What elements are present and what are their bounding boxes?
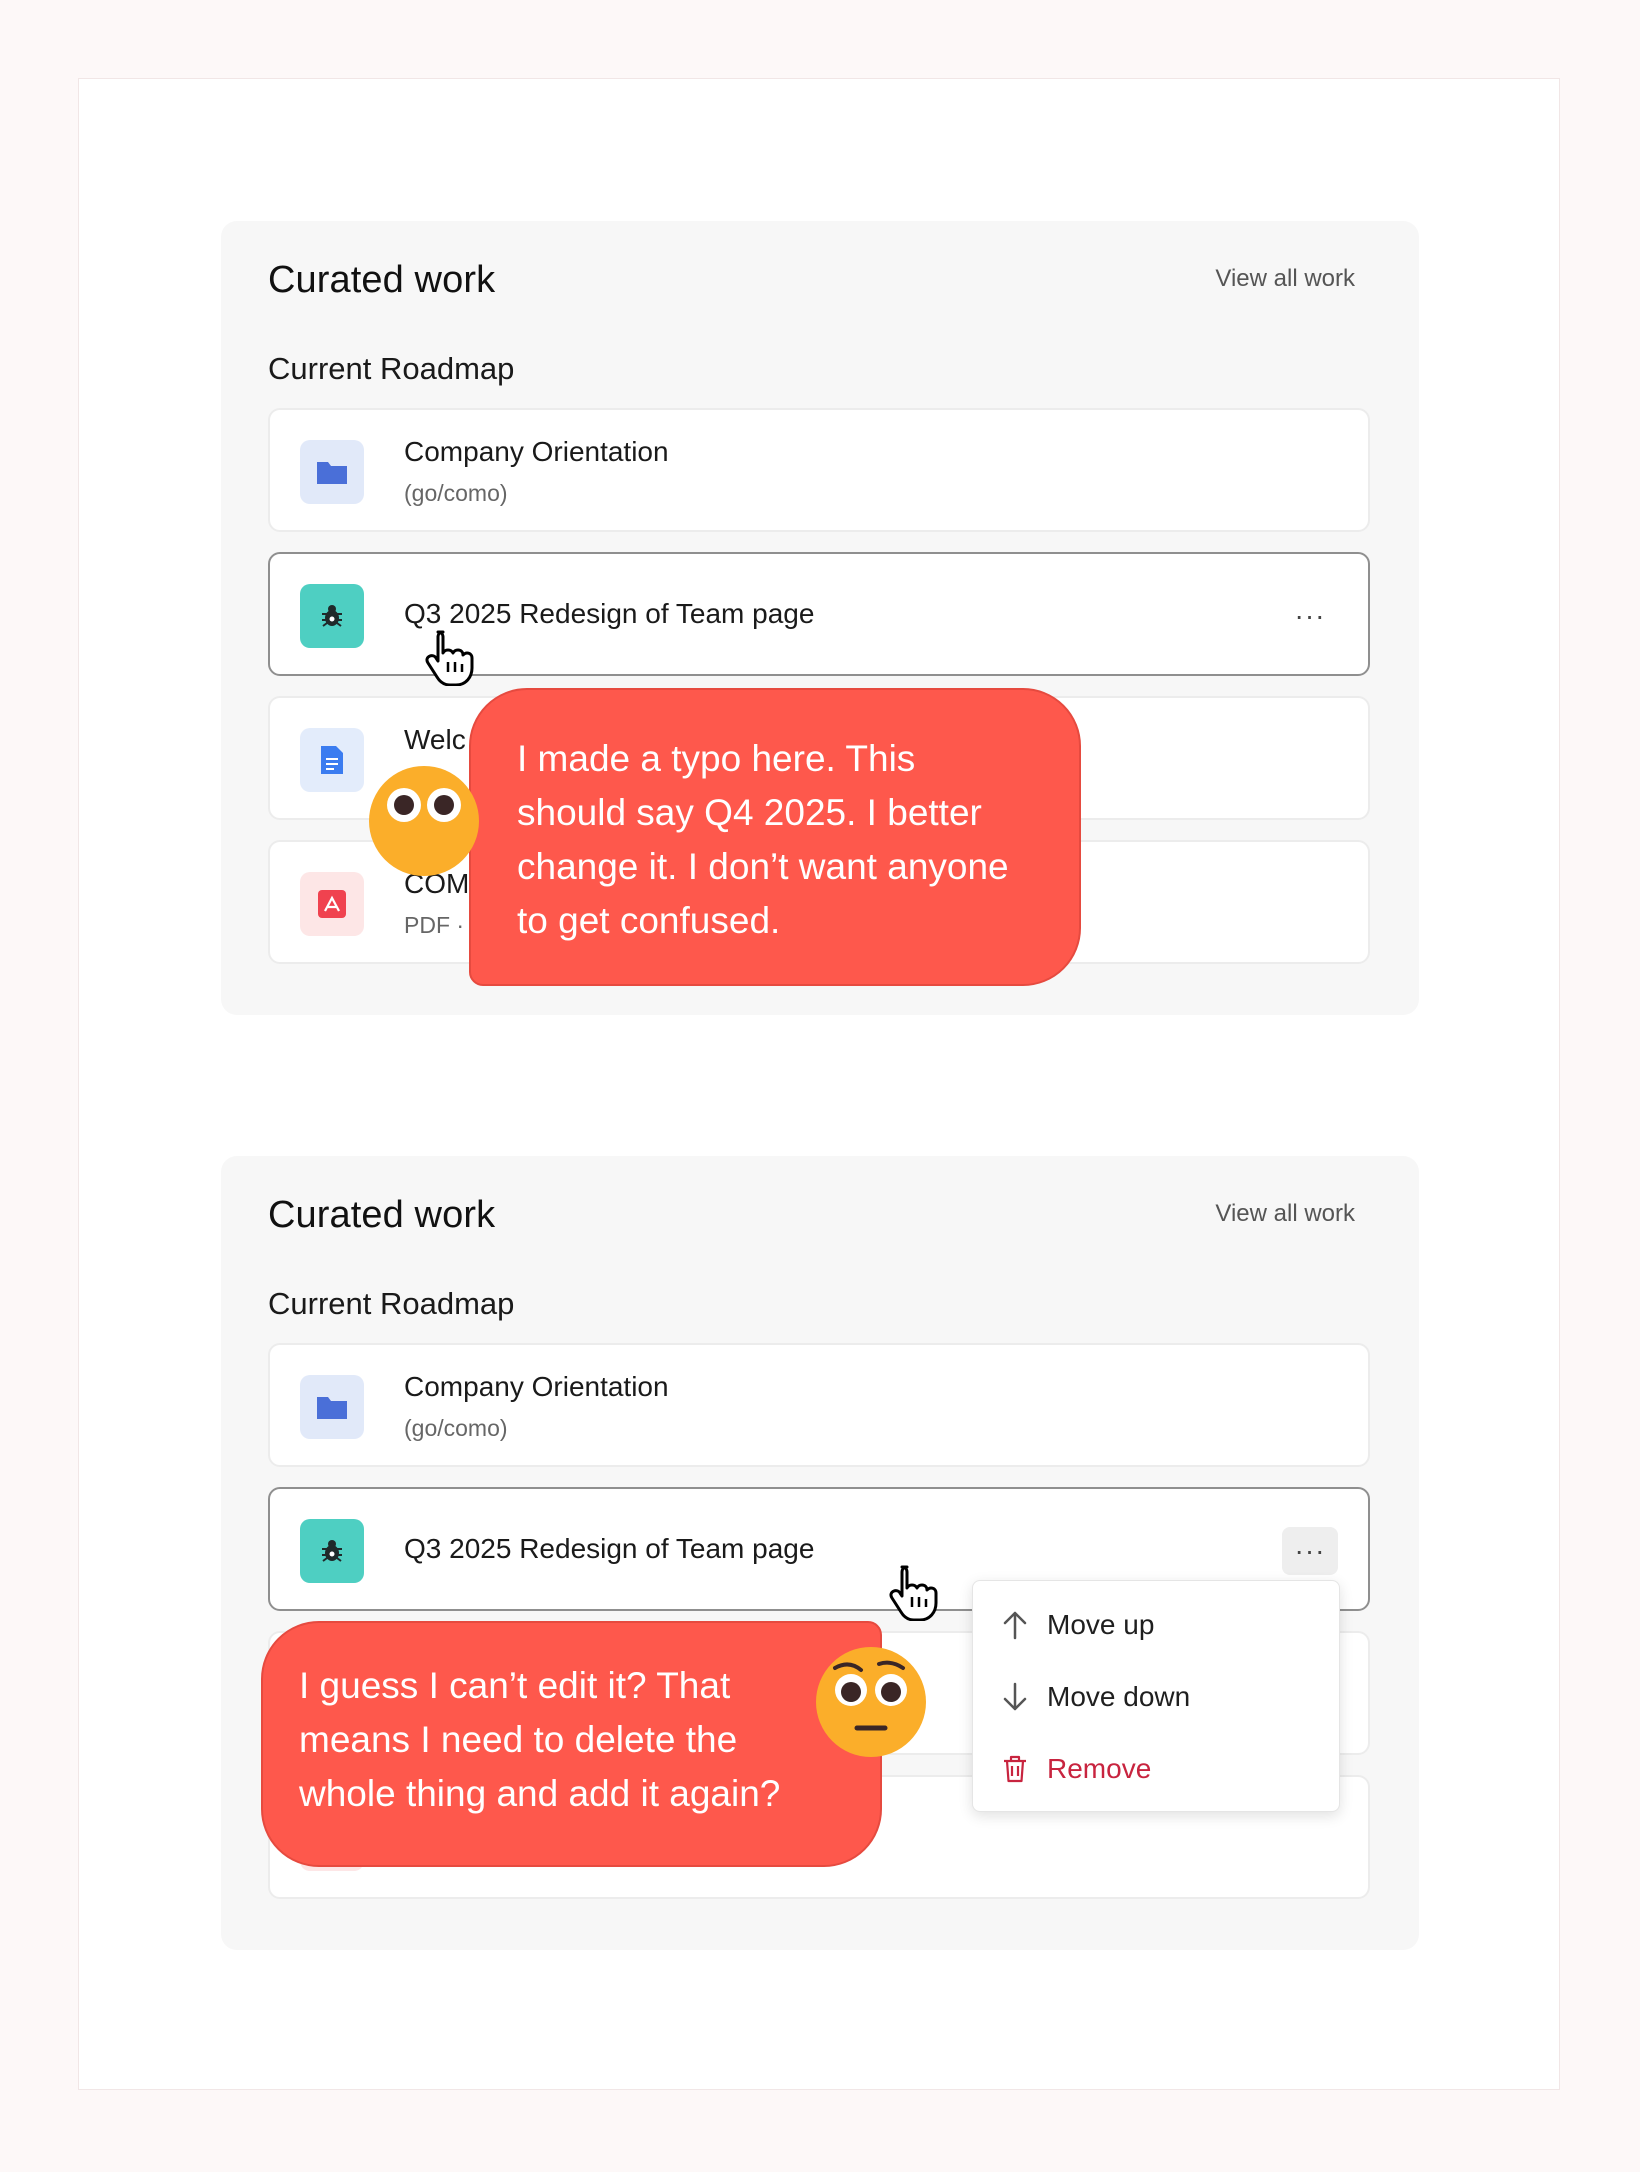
wide-eyes-emoji-icon <box>368 765 480 882</box>
item-title: Company Orientation <box>404 1371 669 1402</box>
item-subtitle: (go/como) <box>404 1415 508 1441</box>
more-options-button[interactable]: ··· <box>1282 592 1338 640</box>
trash-icon <box>995 1754 1035 1784</box>
item-title: Company Orientation <box>404 436 669 467</box>
menu-item-label: Move down <box>1047 1681 1191 1712</box>
view-all-work-link[interactable]: View all work <box>1215 1200 1355 1228</box>
arrow-up-icon <box>995 1610 1035 1640</box>
speech-bubble: I guess I can’t edit it? That means I ne… <box>261 1621 882 1867</box>
folder-icon <box>300 1375 364 1439</box>
raised-eyebrow-emoji-icon <box>815 1646 927 1763</box>
hand-cursor-icon <box>424 628 474 691</box>
item-options-menu: Move up Move down Remove <box>972 1580 1340 1812</box>
google-doc-icon <box>300 728 364 792</box>
item-title: Welc <box>404 724 466 755</box>
pdf-icon <box>300 872 364 936</box>
menu-item-label: Remove <box>1047 1753 1152 1784</box>
list-item-company-orientation[interactable]: Company Orientation (go/como) <box>268 408 1370 532</box>
remove-menu-item[interactable]: Remove <box>973 1739 1339 1799</box>
more-options-button[interactable]: ··· <box>1282 1527 1338 1575</box>
move-down-menu-item[interactable]: Move down <box>973 1667 1339 1727</box>
folder-icon <box>300 440 364 504</box>
panel-title: Curated work <box>268 259 496 301</box>
view-all-work-link[interactable]: View all work <box>1215 265 1355 293</box>
item-subtitle: PDF · <box>404 912 465 938</box>
item-title: Q3 2025 Redesign of Team page <box>404 598 815 629</box>
hand-cursor-icon <box>888 1563 938 1626</box>
speech-bubble: I made a typo here. This should say Q4 2… <box>469 688 1081 986</box>
move-up-menu-item[interactable]: Move up <box>973 1595 1339 1655</box>
menu-item-label: Move up <box>1047 1609 1155 1640</box>
section-title: Current Roadmap <box>268 351 515 386</box>
item-subtitle: (go/como) <box>404 480 508 506</box>
item-title: Q3 2025 Redesign of Team page <box>404 1533 815 1564</box>
section-title: Current Roadmap <box>268 1286 515 1321</box>
panel-title: Curated work <box>268 1194 496 1236</box>
list-item-company-orientation[interactable]: Company Orientation (go/como) <box>268 1343 1370 1467</box>
arrow-down-icon <box>995 1682 1035 1712</box>
bug-icon <box>300 584 364 648</box>
bug-icon <box>300 1519 364 1583</box>
